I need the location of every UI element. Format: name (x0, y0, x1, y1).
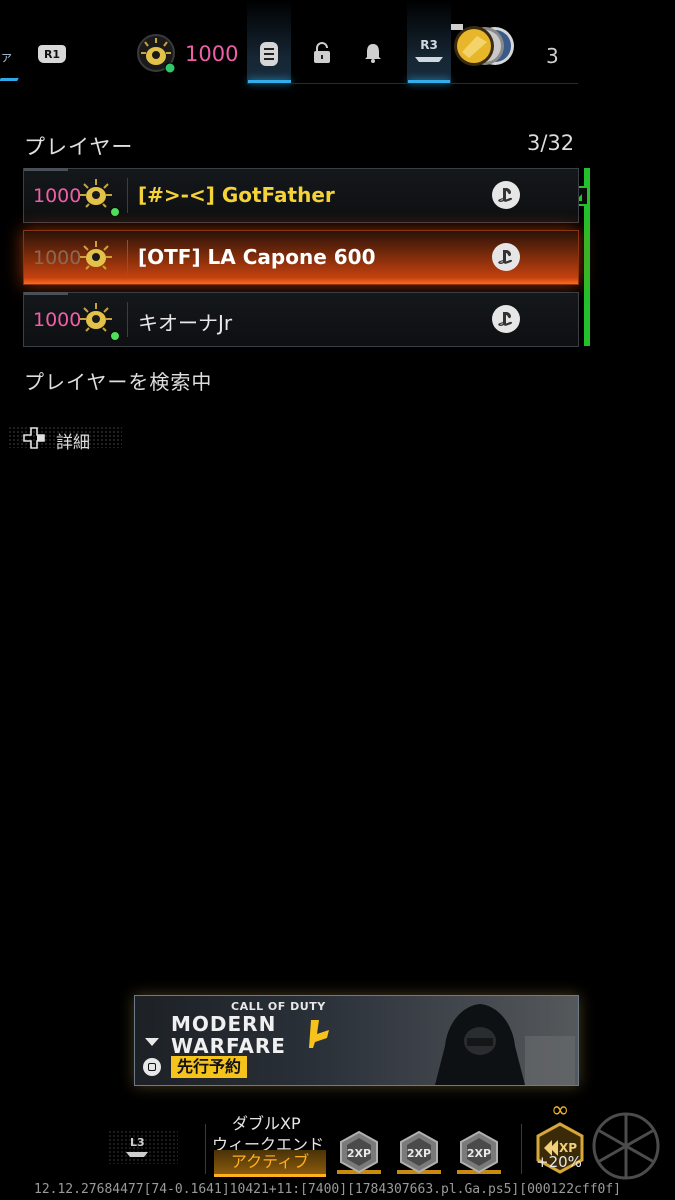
tab-fragment-left[interactable]: ァ (0, 38, 22, 88)
r3-button-hint[interactable]: R3 (413, 38, 445, 62)
lock-icon[interactable] (312, 42, 332, 64)
calling-card-icon (78, 239, 114, 275)
triangle-icon (145, 1038, 159, 1046)
xp-token-icon[interactable]: 2XP (455, 1128, 503, 1176)
double-xp-status: アクティブ (214, 1150, 326, 1177)
xp-boost-percent: +20% (536, 1153, 582, 1171)
bottom-divider (205, 1124, 206, 1174)
party-size-count: 3 (546, 44, 559, 68)
online-status-dot (110, 207, 120, 217)
playstation-icon (492, 181, 520, 209)
xp-token-label: 2XP (347, 1147, 371, 1160)
row-separator (127, 178, 128, 213)
party-avatars-icon[interactable] (447, 22, 519, 70)
square-button-icon (143, 1058, 161, 1076)
details-label: 詳細 (56, 433, 90, 453)
brand-line2: WARFARE (171, 1034, 286, 1058)
soldier-art (435, 1004, 575, 1085)
dpad-icon (22, 426, 46, 450)
row-separator (127, 240, 128, 275)
row-separator (127, 302, 128, 337)
playstation-icon (492, 305, 520, 333)
xp-token-icon[interactable]: 2XP (395, 1128, 443, 1176)
player-name: [OTF] LA Capone 600 (138, 245, 376, 269)
players-title: プレイヤー (24, 135, 134, 159)
searching-status: プレイヤーを検索中 (24, 370, 213, 394)
player-cp: 1000 (33, 309, 82, 331)
tab-fragment-label: ァ (0, 50, 14, 65)
xp-token-label: 2XP (467, 1147, 491, 1160)
mw-emblem-icon (309, 1020, 329, 1048)
xp-token-label: 2XP (407, 1147, 431, 1160)
player-cp: 1000 (33, 247, 82, 269)
session-id: 12.12.27684477[74-0.1641]10421+11:[7400]… (34, 1182, 621, 1197)
mw-preorder-banner[interactable]: CALL OF DUTY MODERN WARFARE 先行予約 (134, 995, 579, 1086)
bell-icon[interactable] (363, 42, 383, 64)
players-count: 3/32 (527, 131, 575, 155)
r3-stick-icon (415, 57, 443, 62)
row-edge (24, 292, 68, 295)
cod-points-value: 1000 (185, 42, 239, 66)
player-row-selected[interactable]: 1000 [OTF] LA Capone 600 (23, 230, 579, 285)
player-row[interactable]: 1000 キオーナJr (23, 292, 579, 347)
player-avatar-icon[interactable] (136, 33, 176, 74)
player-cp: 1000 (33, 185, 82, 207)
top-divider (250, 83, 578, 84)
player-name: [#>-<] GotFather (138, 183, 335, 207)
calling-card-icon (78, 301, 114, 337)
row-edge (24, 168, 68, 171)
calling-card-icon (78, 177, 114, 213)
player-row[interactable]: 1000 [#>-<] GotFather (23, 168, 579, 223)
l3-stick-icon (126, 1152, 148, 1157)
online-status-dot (110, 331, 120, 341)
tab-fragment-underline (0, 78, 19, 81)
watermark-logo (590, 1110, 662, 1182)
r1-button-hint[interactable]: R1 (38, 45, 66, 63)
bottom-divider (521, 1124, 522, 1174)
r3-label: R3 (420, 38, 438, 52)
xp-token-icon[interactable]: 2XP (335, 1128, 383, 1176)
player-name: キオーナJr (138, 311, 233, 335)
playstation-icon (492, 243, 520, 271)
preorder-label: 先行予約 (171, 1056, 248, 1078)
l3-label: L3 (130, 1136, 145, 1149)
menu-icon[interactable] (259, 41, 279, 67)
brand-line1: MODERN (171, 1012, 277, 1036)
